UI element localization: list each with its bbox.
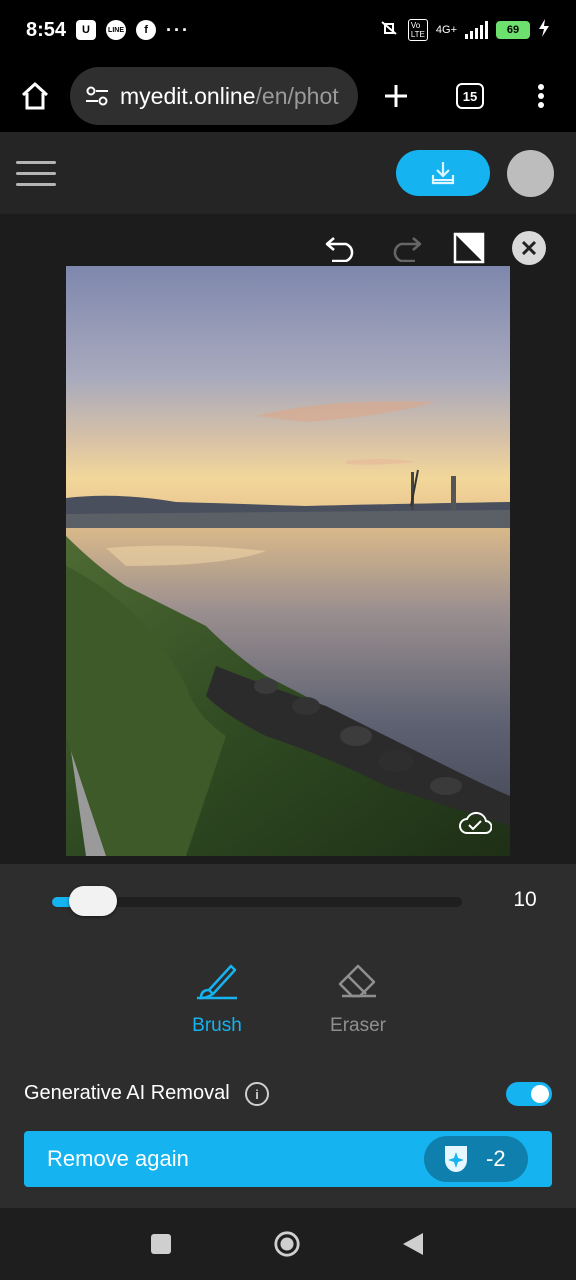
network-type: 4G+ xyxy=(435,23,457,36)
editor-canvas xyxy=(0,214,576,864)
recents-icon xyxy=(151,1234,171,1254)
brush-icon xyxy=(197,964,237,1000)
home-icon xyxy=(21,82,49,110)
url-path: /en/phot xyxy=(255,82,339,109)
browser-toolbar: myedit.online/en/phot 15 xyxy=(0,60,576,132)
plus-icon xyxy=(385,85,407,107)
system-nav-bar xyxy=(0,1208,576,1280)
credit-cost: -2 xyxy=(486,1146,506,1171)
toggle-knob xyxy=(531,1085,549,1103)
info-icon[interactable]: i xyxy=(245,1082,269,1106)
credit-badge: -2 xyxy=(424,1136,528,1182)
tab-count: 15 xyxy=(456,83,484,109)
charging-icon xyxy=(538,18,550,42)
tab-switcher-button[interactable]: 15 xyxy=(434,60,506,132)
signal-icon xyxy=(465,21,488,39)
brush-tool[interactable]: Brush xyxy=(167,960,267,1037)
close-button[interactable] xyxy=(511,230,547,266)
undo-icon xyxy=(325,237,354,262)
home-nav-button[interactable] xyxy=(273,1230,301,1258)
clock: 8:54 xyxy=(26,18,67,41)
cloud-saved-icon xyxy=(458,810,493,841)
close-icon xyxy=(512,231,546,265)
home-button[interactable] xyxy=(0,60,70,132)
hamburger-menu-icon[interactable] xyxy=(16,161,56,187)
recents-button[interactable] xyxy=(147,1230,175,1258)
avatar[interactable] xyxy=(507,150,554,197)
remove-again-button[interactable]: Remove again -2 xyxy=(24,1131,552,1187)
eraser-label: Eraser xyxy=(330,1015,386,1036)
download-button[interactable] xyxy=(396,150,490,196)
new-tab-button[interactable] xyxy=(358,60,434,132)
back-button[interactable] xyxy=(399,1230,427,1258)
browser-menu-button[interactable] xyxy=(506,60,576,132)
site-settings-icon xyxy=(86,86,108,106)
gen-ai-label: Generative AI Removal xyxy=(24,1082,230,1104)
mute-vibrate-icon xyxy=(378,18,400,43)
status-bar: 8:54 U LINE f ··· Vo LTE 4G+ 69 xyxy=(0,0,576,60)
volte-icon: Vo LTE xyxy=(407,19,428,41)
app-header xyxy=(0,132,576,214)
edited-photo[interactable] xyxy=(66,266,510,856)
tool-panel: 10 Brush Eraser Generative AI Removal i … xyxy=(0,864,576,1208)
credit-shield-icon xyxy=(445,1146,467,1172)
back-triangle-icon xyxy=(403,1233,423,1255)
u-icon: U xyxy=(76,20,97,40)
compare-icon xyxy=(453,232,485,264)
redo-icon xyxy=(393,237,422,262)
slider-thumb[interactable] xyxy=(69,886,117,916)
home-circle-icon xyxy=(274,1231,300,1257)
undo-button[interactable] xyxy=(323,230,359,266)
download-icon xyxy=(431,162,455,185)
eraser-icon xyxy=(338,964,376,998)
line-icon: LINE xyxy=(106,20,127,40)
redo-button[interactable] xyxy=(388,230,424,266)
battery-icon: 69 xyxy=(496,21,530,39)
remove-button-label: Remove again xyxy=(47,1146,189,1171)
url-host: myedit.online xyxy=(120,82,256,109)
gen-ai-toggle[interactable] xyxy=(506,1082,552,1106)
compare-button[interactable] xyxy=(452,230,488,266)
address-bar[interactable]: myedit.online/en/phot xyxy=(70,67,358,125)
eraser-tool[interactable]: Eraser xyxy=(308,960,408,1037)
more-notifications-icon: ··· xyxy=(166,19,191,40)
brush-label: Brush xyxy=(192,1015,242,1036)
more-vert-icon xyxy=(538,84,544,108)
brush-size-value: 10 xyxy=(513,888,537,911)
facebook-icon: f xyxy=(136,20,157,40)
